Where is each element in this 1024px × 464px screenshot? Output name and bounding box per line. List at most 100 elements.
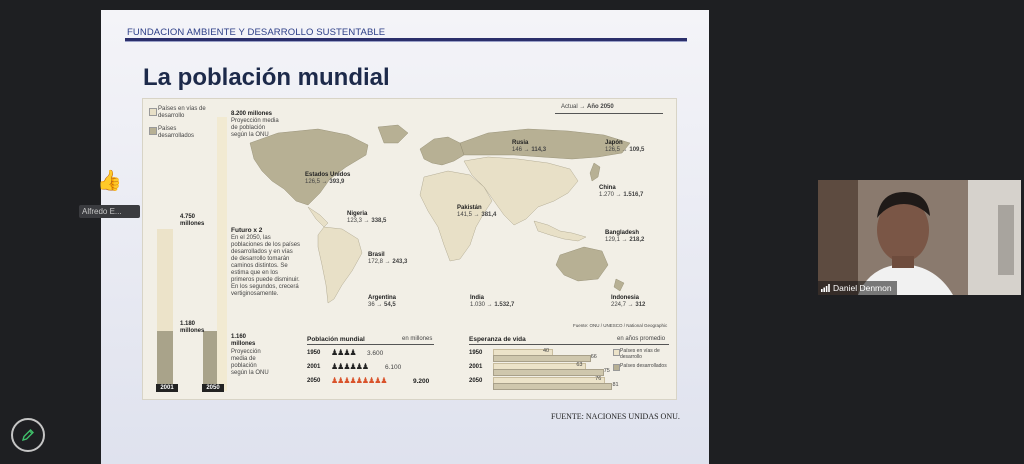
legend-developed: Países desarrollados — [158, 126, 195, 139]
country-argentina: Argentina 36 → 54,5 — [368, 295, 397, 308]
country-now: 129,1 — [605, 237, 621, 243]
presentation-slide: FUNDACION AMBIENTE Y DESARROLLO SUSTENTA… — [101, 10, 709, 464]
pop-year: 1950 — [307, 350, 321, 356]
life-bar-developed — [493, 383, 613, 390]
attendee-label[interactable]: Alfredo E... — [79, 205, 140, 218]
bar-total-2050 — [217, 117, 227, 391]
annotate-button[interactable] — [11, 418, 45, 452]
country-future: 338,5 — [371, 218, 387, 224]
pop-value: 9.200 — [413, 378, 430, 385]
country-name: Japón — [605, 140, 623, 146]
column-actual: Actual → Año 2050 — [561, 104, 614, 111]
country-future: 243,3 — [392, 259, 408, 265]
slide-source: FUENTE: NACIONES UNIDAS ONU. — [551, 412, 680, 421]
life-year: 1950 — [469, 350, 483, 356]
country-estados-unidos: Estados Unidos 126,5 → 393,9 — [305, 172, 351, 185]
signal-icon — [821, 284, 830, 292]
life-title: Esperanza de vida — [469, 336, 526, 343]
country-future: 54,5 — [384, 302, 396, 308]
country-pakistan: Pakistán 141,5 → 381,4 — [457, 205, 497, 218]
header-divider — [555, 113, 663, 114]
country-name: Argentina — [368, 295, 397, 301]
country-future: 1.532,7 — [494, 302, 515, 308]
participant-video[interactable]: Daniel Denmon — [818, 180, 1021, 295]
life-unit: en años promedio — [617, 336, 666, 342]
country-nigeria: Nigeria 123,3 → 338,5 — [347, 211, 387, 224]
life-value-developing: 40 — [543, 348, 550, 354]
country-now: 141,5 — [457, 212, 473, 218]
life-value-developing: 63 — [576, 362, 583, 368]
column-year: Año 2050 — [587, 104, 614, 110]
country-now: 126,5 — [305, 179, 321, 185]
country-future: 114,3 — [531, 147, 547, 153]
pop-title: Población mundial — [307, 336, 365, 343]
country-now: 1.270 — [599, 192, 615, 198]
life-legend-developing: Países en vías de desarrollo — [620, 348, 660, 360]
country-name: India — [470, 295, 485, 301]
country-japon: Japón 126,5 → 109,5 — [605, 140, 645, 153]
slide-title: La población mundial — [143, 64, 390, 91]
country-india: India 1.030 → 1.532,7 — [470, 295, 515, 308]
pencil-icon — [21, 429, 34, 442]
developing-2001-value: 4.750 millones — [180, 214, 205, 227]
pop-people-icons: ♟♟♟♟♟♟♟♟♟ — [331, 376, 388, 385]
organization-header: FUNDACION AMBIENTE Y DESARROLLO SUSTENTA… — [127, 27, 386, 38]
developed-2050-note: Proyección media de población según la O… — [231, 349, 269, 376]
country-future: 381,4 — [481, 212, 497, 218]
bar-developed-2050 — [203, 331, 217, 384]
header-rule — [125, 38, 687, 42]
country-name: Nigeria — [347, 211, 368, 217]
country-name: Pakistán — [457, 205, 482, 211]
country-now: 36 — [368, 302, 375, 308]
country-now: 146 — [512, 147, 523, 153]
pop-year: 2050 — [307, 378, 321, 384]
life-value-developed: 75 — [603, 368, 610, 374]
country-future: 1.516,7 — [623, 192, 644, 198]
life-value-developed: 66 — [590, 354, 597, 360]
country-future: 218,2 — [629, 237, 645, 243]
country-name: Estados Unidos — [305, 172, 351, 178]
world-map — [249, 124, 631, 304]
life-bar-developed — [493, 369, 604, 376]
country-indonesia: Indonesia 224,7 → 312 — [611, 295, 646, 308]
country-future: 312 — [635, 302, 646, 308]
pop-year: 2001 — [307, 364, 321, 370]
legend-swatch-developing — [149, 108, 157, 116]
pop-unit: en millones — [402, 336, 433, 342]
country-now: 126,5 — [605, 147, 621, 153]
developed-2001-value: 1.180 millones — [180, 321, 205, 334]
country-future: 109,5 — [629, 147, 645, 153]
country-name: China — [599, 185, 616, 191]
pop-rule — [307, 344, 434, 345]
developed-2050-value: 1.160 millones — [231, 334, 256, 347]
country-brasil: Brasil 172,8 → 243,3 — [368, 252, 408, 265]
pop-people-icons: ♟♟♟♟ — [331, 348, 357, 357]
legend-developing: Países en vías de desarrollo — [158, 106, 206, 119]
country-name: Bangladesh — [605, 230, 640, 236]
life-year: 2001 — [469, 364, 483, 370]
country-future: 393,9 — [329, 179, 345, 185]
participant-name-bar: Daniel Denmon — [818, 281, 897, 295]
year-label-2001: 2001 — [156, 384, 178, 392]
life-rule — [469, 344, 669, 345]
pop-people-icons: ♟♟♟♟♟♟ — [331, 362, 369, 371]
life-bar-developed — [493, 355, 591, 362]
participant-name: Daniel Denmon — [833, 283, 892, 293]
country-rusia: Rusia 146 → 114,3 — [512, 140, 547, 153]
life-value-developed: 81 — [612, 382, 619, 388]
country-now: 1.030 — [470, 302, 486, 308]
thumbs-up-icon: 👍 — [97, 170, 122, 192]
source-credit: Fuente: ONU / UNESCO / National Geograph… — [573, 323, 668, 328]
country-now: 224,7 — [611, 302, 627, 308]
life-year: 2050 — [469, 378, 483, 384]
life-legend-swatch-developed — [613, 364, 620, 371]
country-name: Rusia — [512, 140, 529, 146]
year-label-2050: 2050 — [202, 384, 224, 392]
country-name: Brasil — [368, 252, 385, 258]
participant-avatar — [818, 180, 1021, 295]
population-infographic: Países en vías de desarrollo Países desa… — [142, 98, 677, 400]
country-china: China 1.270 → 1.516,7 — [599, 185, 644, 198]
pop-value: 6.100 — [385, 364, 402, 371]
bar-developed-2001 — [157, 331, 173, 384]
country-now: 172,8 — [368, 259, 384, 265]
